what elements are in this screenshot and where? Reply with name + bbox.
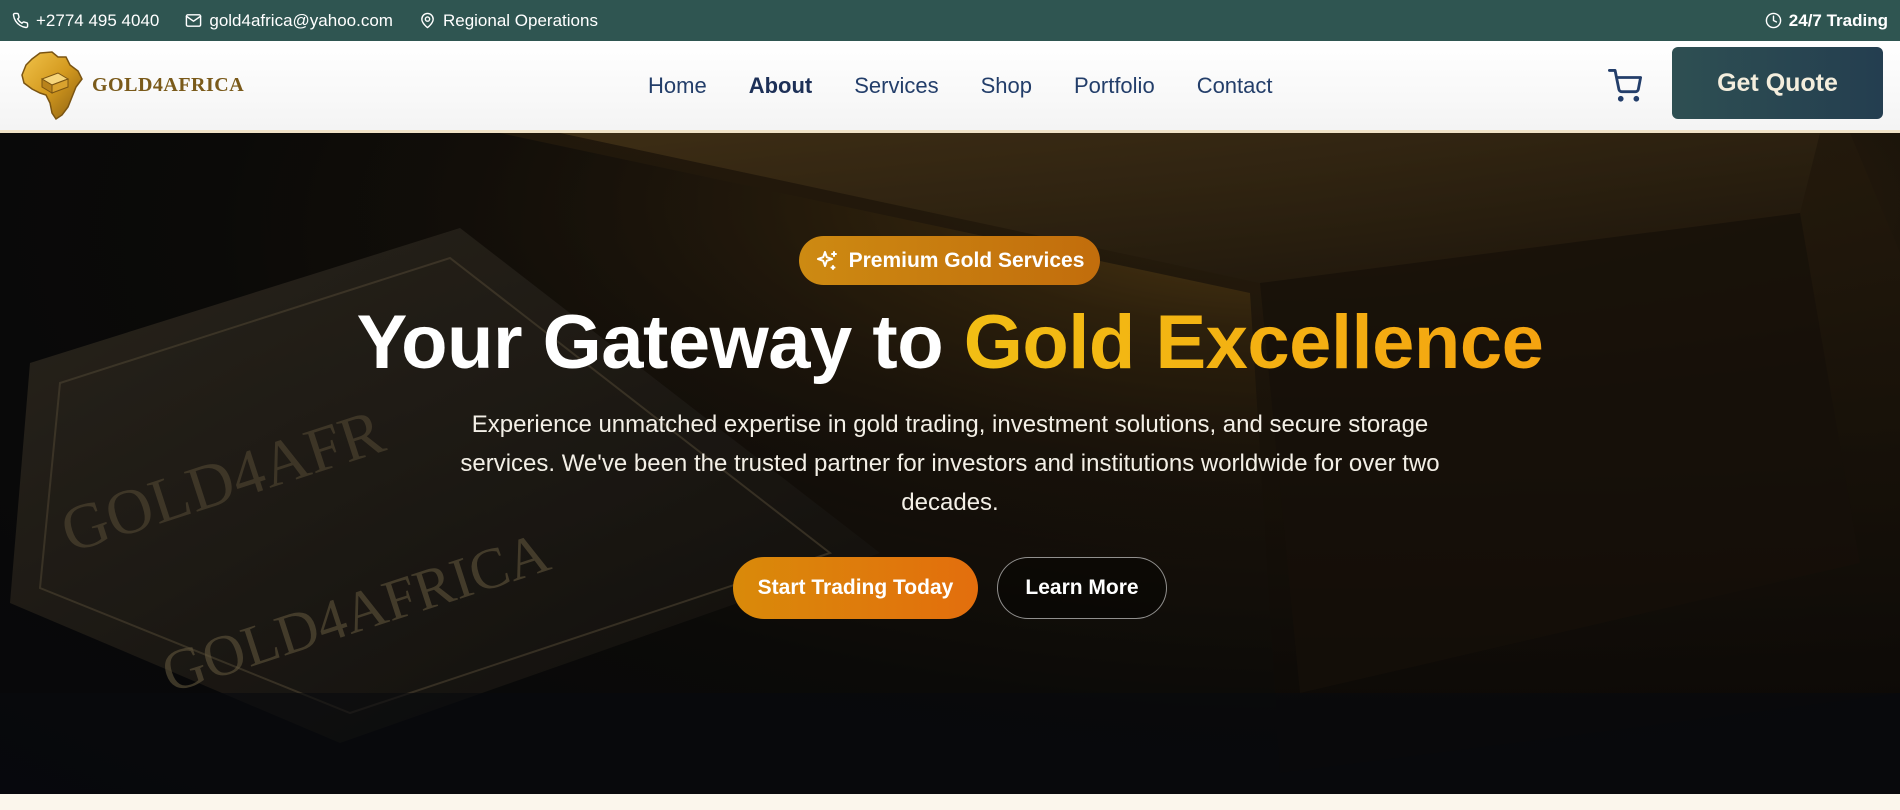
clock-icon — [1765, 12, 1782, 29]
email-address: gold4africa@yahoo.com — [209, 10, 393, 30]
main-navbar: GOLD4AFRICA Home About Services Shop Por… — [0, 41, 1900, 133]
cart-button[interactable] — [1608, 69, 1642, 103]
nav-link-shop[interactable]: Shop — [981, 73, 1032, 99]
mail-icon — [186, 14, 202, 27]
headline-gold-part: Gold Excellence — [963, 300, 1544, 385]
brand-name: GOLD4AFRICA — [92, 73, 245, 96]
trading-hours: 24/7 Trading — [1765, 11, 1888, 31]
hero-bottom-divider — [0, 794, 1900, 802]
nav-link-portfolio[interactable]: Portfolio — [1074, 73, 1155, 99]
contact-info: +2774 495 4040 gold4africa@yahoo.com Reg… — [12, 11, 598, 31]
nav-link-home[interactable]: Home — [648, 73, 707, 99]
hero-description: Experience unmatched expertise in gold t… — [460, 411, 1440, 516]
map-pin-icon — [421, 12, 434, 29]
email-contact[interactable]: gold4africa@yahoo.com — [185, 11, 393, 31]
brand-logo[interactable]: GOLD4AFRICA — [18, 49, 244, 121]
start-trading-button[interactable]: Start Trading Today — [733, 557, 978, 619]
hero-section: GOLD4AFR GOLD4AFRICA Premium Gold Servic… — [0, 133, 1900, 802]
premium-services-badge: Premium Gold Services — [799, 236, 1100, 285]
nav-link-contact[interactable]: Contact — [1197, 73, 1273, 99]
primary-nav: Home About Services Shop Portfolio Conta… — [648, 41, 1273, 130]
phone-contact[interactable]: +2774 495 4040 — [12, 11, 159, 31]
learn-more-button[interactable]: Learn More — [997, 557, 1167, 619]
top-info-bar: +2774 495 4040 gold4africa@yahoo.com Reg… — [0, 0, 1900, 41]
nav-link-about[interactable]: About — [749, 73, 813, 99]
hero-headline: Your Gateway to Gold Excellence — [0, 301, 1900, 385]
location-label: Regional Operations — [442, 10, 598, 30]
phone-icon — [12, 12, 29, 29]
africa-gold-logo-icon — [21, 51, 83, 121]
nav-link-services[interactable]: Services — [854, 73, 938, 99]
hours-label: 24/7 Trading — [1788, 10, 1888, 30]
phone-number: +2774 495 4040 — [36, 10, 160, 30]
get-quote-button[interactable]: Get Quote — [1672, 47, 1883, 119]
badge-label: Premium Gold Services — [848, 248, 1085, 272]
sparkles-icon — [816, 250, 837, 270]
location-info: Regional Operations — [419, 11, 598, 31]
headline-white-part: Your Gateway to — [356, 300, 964, 385]
shopping-cart-icon — [1608, 69, 1642, 102]
